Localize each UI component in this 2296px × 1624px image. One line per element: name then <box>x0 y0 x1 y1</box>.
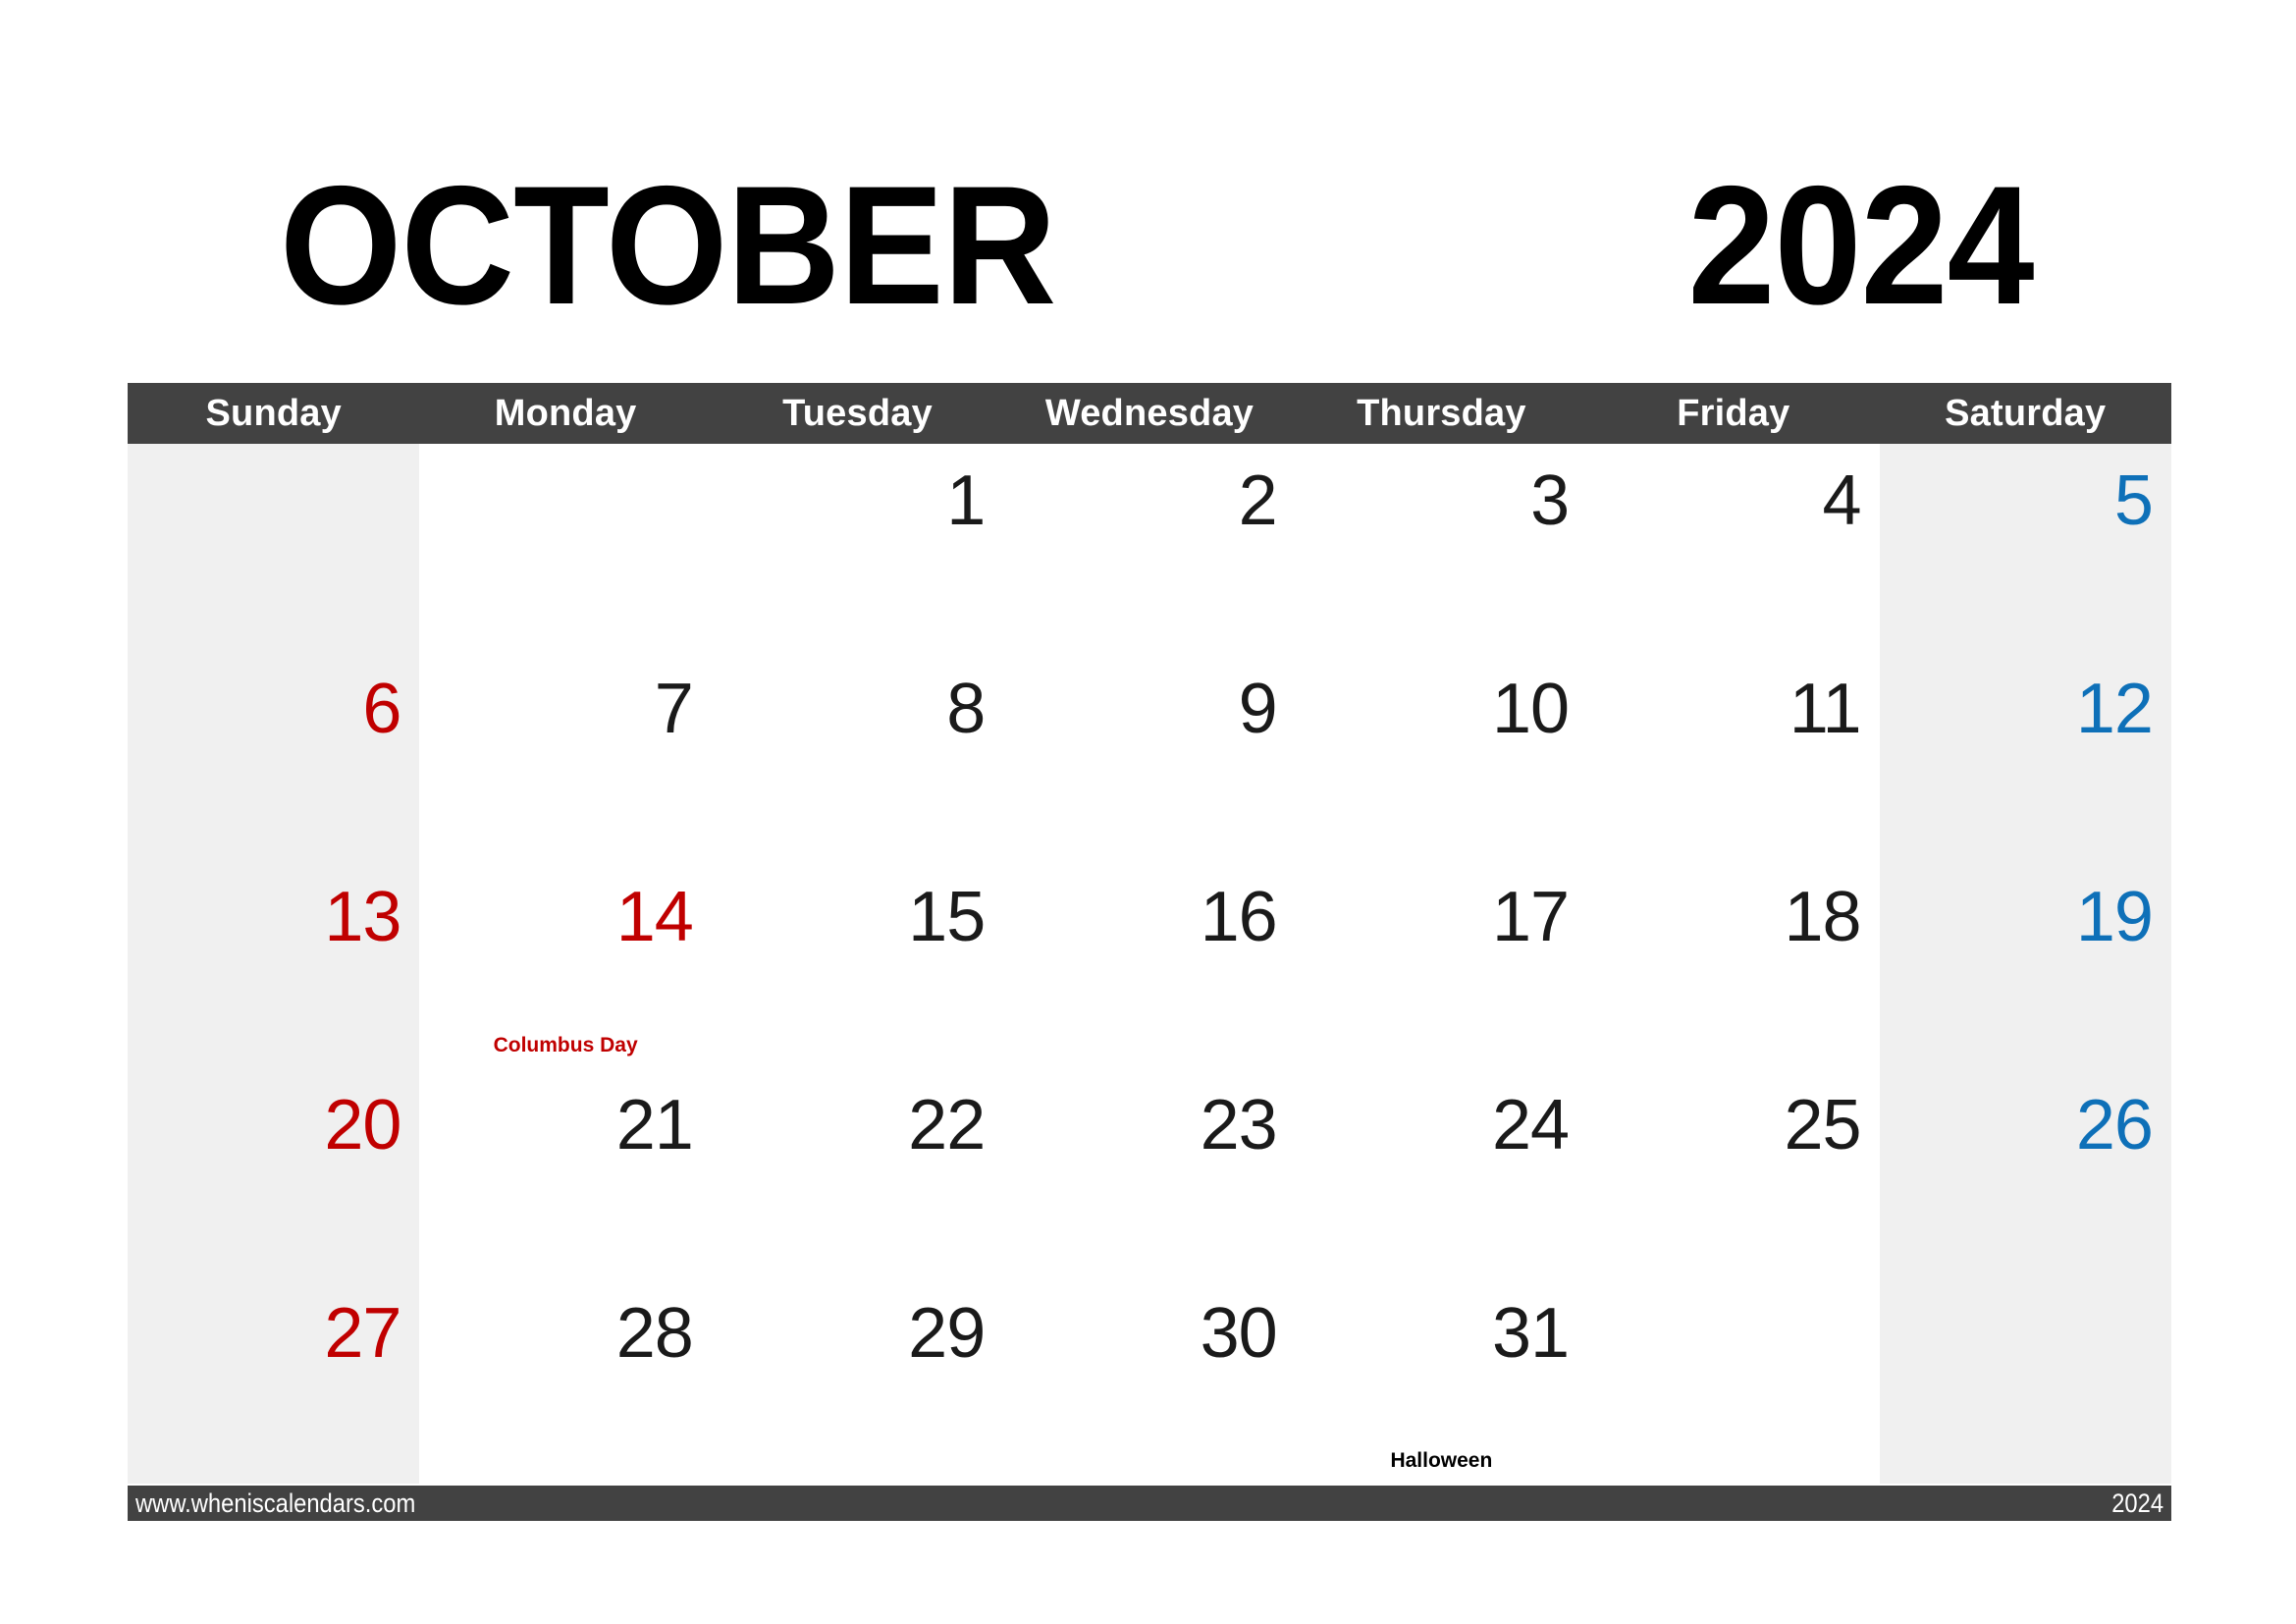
footer-bar: www.wheniscalendars.com 2024 <box>128 1486 2171 1521</box>
page-title-month: OCTOBER <box>280 151 1056 340</box>
event-label: Columbus Day <box>493 1033 638 1056</box>
weekday-header-friday: Friday <box>1587 383 1879 444</box>
day-number: 12 <box>2075 670 2154 748</box>
day-cell[interactable] <box>128 444 420 652</box>
day-number: 1 <box>946 461 986 540</box>
day-cell[interactable]: 20 <box>128 1068 420 1276</box>
day-number: 5 <box>2113 461 2154 540</box>
weekday-header-sunday: Sunday <box>128 383 419 444</box>
day-cell[interactable]: 4 <box>1587 444 1880 652</box>
calendar-title-row: OCTOBER 2024 <box>128 147 2171 344</box>
day-number: 21 <box>615 1086 694 1164</box>
page-title-year: 2024 <box>1687 151 2035 340</box>
day-cell[interactable] <box>419 444 712 652</box>
weekday-header-wednesday: Wednesday <box>1003 383 1295 444</box>
day-cell[interactable]: 17 <box>1295 860 1588 1068</box>
day-number: 23 <box>1200 1086 1278 1164</box>
calendar-week-row: 1 2 3 4 5 <box>128 444 2171 652</box>
day-number: 20 <box>324 1086 401 1164</box>
calendar-week-row: 27 28 29 30 31 Halloween <box>128 1276 2171 1484</box>
weekday-header-label: Monday <box>494 392 637 434</box>
day-cell[interactable]: 18 <box>1587 860 1880 1068</box>
day-cell[interactable]: 30 <box>1003 1276 1296 1484</box>
day-cell[interactable]: 13 <box>128 860 420 1068</box>
calendar-grid: Sunday Monday Tuesday Wednesday Thursday… <box>128 383 2171 1484</box>
day-cell[interactable]: 25 <box>1587 1068 1880 1276</box>
day-cell[interactable]: 22 <box>711 1068 1004 1276</box>
day-cell[interactable]: 29 <box>711 1276 1004 1484</box>
day-cell[interactable]: 10 <box>1295 652 1588 860</box>
day-number: 18 <box>1784 878 1861 956</box>
weekday-header-label: Wednesday <box>1044 392 1255 434</box>
day-cell[interactable]: 2 <box>1003 444 1296 652</box>
day-number: 28 <box>615 1294 694 1373</box>
day-cell[interactable]: 3 <box>1295 444 1588 652</box>
day-cell[interactable]: 21 <box>419 1068 712 1276</box>
day-cell[interactable]: 12 <box>1879 652 2171 860</box>
day-number: 17 <box>1492 878 1570 956</box>
day-number: 19 <box>2075 878 2154 956</box>
weekday-header-thursday: Thursday <box>1296 383 1587 444</box>
day-cell-halloween[interactable]: 31 Halloween <box>1295 1276 1588 1484</box>
day-cell[interactable]: 11 <box>1587 652 1880 860</box>
day-number: 22 <box>908 1086 986 1164</box>
day-cell[interactable]: 26 <box>1879 1068 2171 1276</box>
weekday-header-label: Sunday <box>205 392 342 434</box>
day-number: 30 <box>1200 1294 1278 1373</box>
calendar-week-row: 20 21 22 23 24 25 26 <box>128 1068 2171 1276</box>
footer-year: 2024 <box>2111 1488 2163 1518</box>
calendar-week-row: 6 7 8 9 10 11 12 <box>128 652 2171 860</box>
day-number: 27 <box>324 1294 401 1373</box>
weekday-header-tuesday: Tuesday <box>712 383 1003 444</box>
day-number: 9 <box>1238 670 1278 748</box>
day-number: 3 <box>1530 461 1570 540</box>
day-cell[interactable]: 28 <box>419 1276 712 1484</box>
day-cell[interactable]: 16 <box>1003 860 1296 1068</box>
footer-website-url[interactable]: www.wheniscalendars.com <box>135 1489 415 1517</box>
day-number: 26 <box>2075 1086 2154 1164</box>
day-number: 10 <box>1492 670 1570 748</box>
day-cell[interactable]: 23 <box>1003 1068 1296 1276</box>
weekday-header-saturday: Saturday <box>1880 383 2171 444</box>
day-number: 15 <box>908 878 986 956</box>
day-cell[interactable]: 1 <box>711 444 1004 652</box>
day-cell[interactable]: 19 <box>1879 860 2171 1068</box>
day-cell[interactable]: 15 <box>711 860 1004 1068</box>
day-number: 6 <box>362 670 401 748</box>
day-number: 29 <box>908 1294 986 1373</box>
day-number: 7 <box>654 670 694 748</box>
day-number: 13 <box>324 878 401 956</box>
calendar-page: OCTOBER 2024 Sunday Monday Tuesday Wedne… <box>0 0 2296 1624</box>
weekday-header-label: Thursday <box>1357 392 1526 434</box>
day-number: 31 <box>1492 1294 1570 1373</box>
day-cell[interactable]: 5 <box>1879 444 2171 652</box>
day-number: 25 <box>1784 1086 1861 1164</box>
calendar-weeks: 1 2 3 4 5 6 7 8 9 10 11 12 13 14 Columbu… <box>128 444 2171 1484</box>
day-cell[interactable]: 9 <box>1003 652 1296 860</box>
day-number: 16 <box>1200 878 1278 956</box>
weekday-header-label: Saturday <box>1945 392 2107 434</box>
day-cell[interactable]: 6 <box>128 652 420 860</box>
day-cell[interactable]: 8 <box>711 652 1004 860</box>
day-cell[interactable]: 7 <box>419 652 712 860</box>
day-cell-columbus-day[interactable]: 14 Columbus Day <box>419 860 712 1068</box>
day-number: 11 <box>1789 670 1862 748</box>
day-cell[interactable] <box>1879 1276 2171 1484</box>
weekday-header-row: Sunday Monday Tuesday Wednesday Thursday… <box>128 383 2171 444</box>
day-number: 4 <box>1822 461 1861 540</box>
event-label: Halloween <box>1390 1448 1493 1472</box>
day-number: 14 <box>615 878 694 956</box>
day-number: 2 <box>1238 461 1278 540</box>
weekday-header-label: Friday <box>1677 392 1790 434</box>
day-number: 24 <box>1492 1086 1570 1164</box>
weekday-header-label: Tuesday <box>782 392 933 434</box>
weekday-header-monday: Monday <box>419 383 711 444</box>
day-number: 8 <box>946 670 986 748</box>
day-cell[interactable]: 27 <box>128 1276 420 1484</box>
calendar-week-row: 13 14 Columbus Day 15 16 17 18 19 <box>128 860 2171 1068</box>
day-cell[interactable]: 24 <box>1295 1068 1588 1276</box>
day-cell[interactable] <box>1587 1276 1880 1484</box>
